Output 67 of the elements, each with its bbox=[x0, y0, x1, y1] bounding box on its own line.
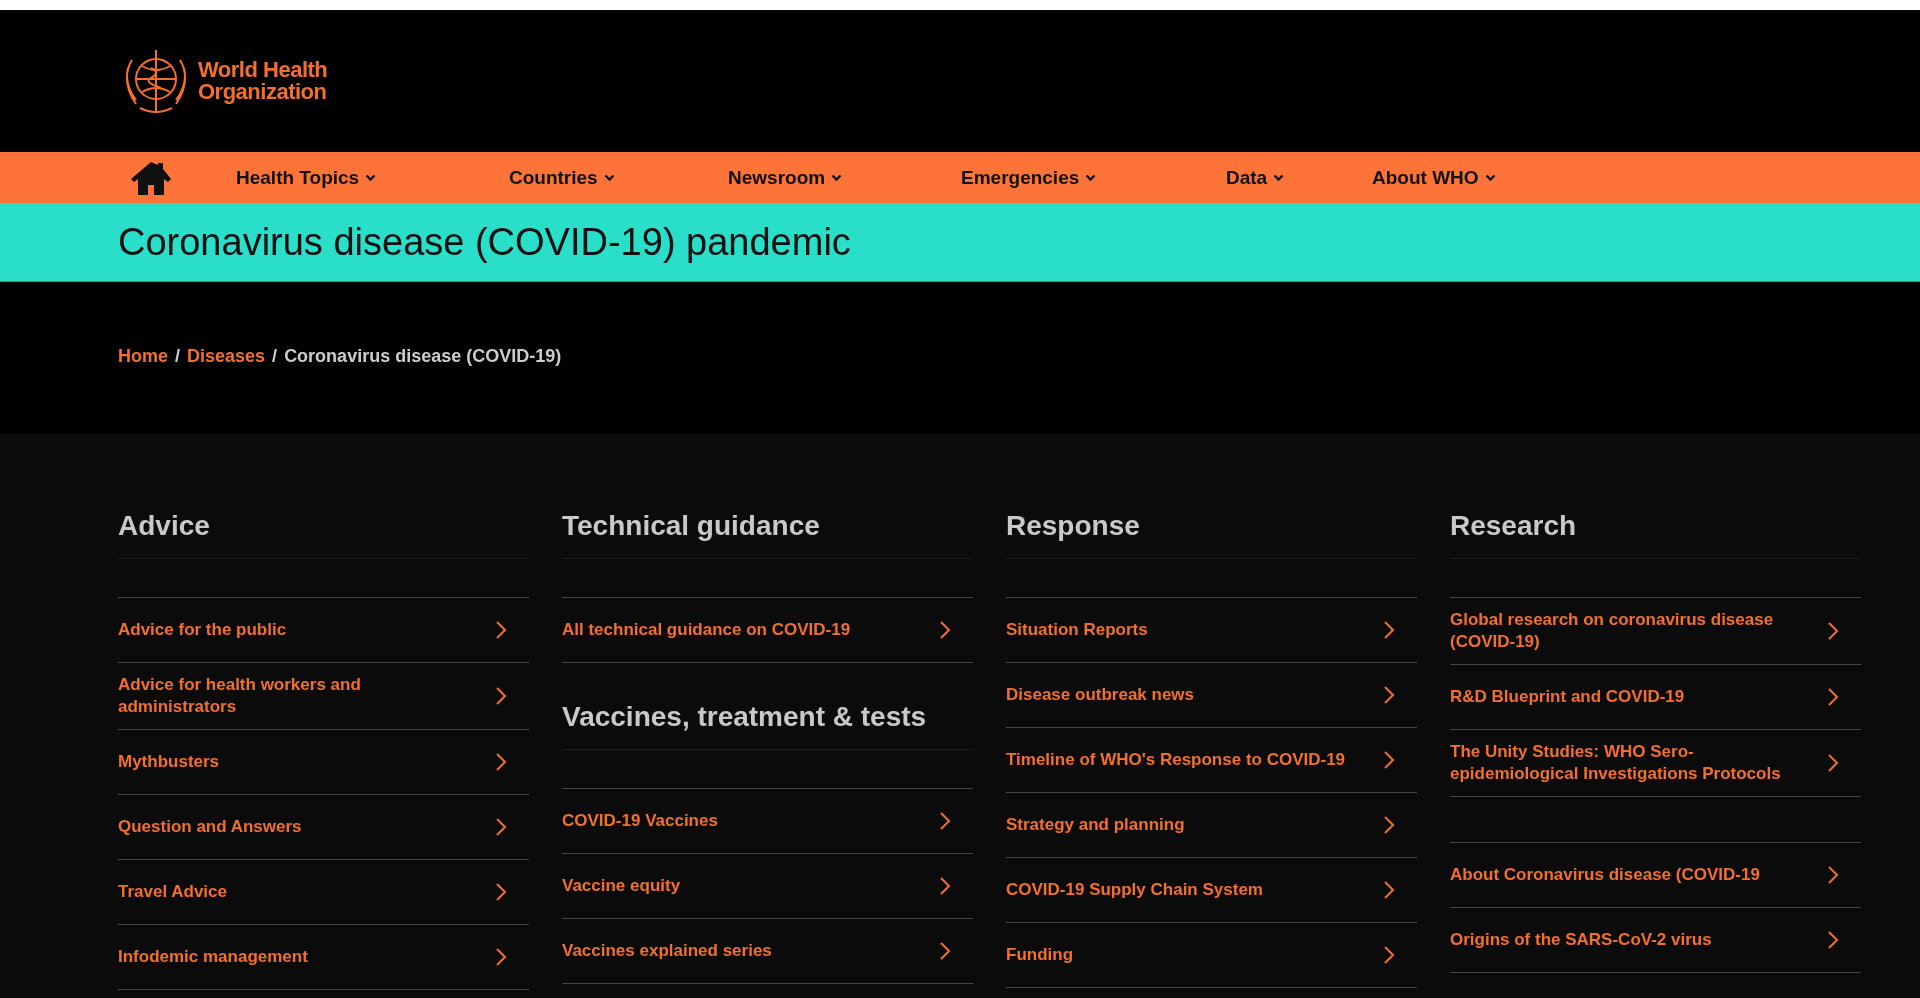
chevron-right-icon bbox=[1827, 753, 1839, 773]
chevron-right-icon bbox=[939, 876, 951, 896]
chevron-right-icon bbox=[1827, 687, 1839, 707]
link-list-item[interactable]: About Coronavirus disease (COVID-19 bbox=[1450, 843, 1861, 908]
nav-menu-item[interactable]: Countries bbox=[509, 166, 728, 189]
link-list-item[interactable]: Advice for the public bbox=[118, 598, 529, 663]
link-list-item[interactable]: Advice for health workers and administrators bbox=[118, 663, 529, 730]
link-list-item[interactable]: Timeline of WHO's Response to COVID-19 bbox=[1006, 728, 1417, 793]
link-list-item[interactable]: Mythbusters bbox=[118, 730, 529, 795]
section-heading: Advice bbox=[118, 510, 529, 559]
breadcrumb-separator: / bbox=[272, 345, 278, 367]
breadcrumb-link[interactable]: Home bbox=[118, 345, 168, 367]
link-list-item[interactable]: Situation Reports bbox=[1006, 598, 1417, 663]
breadcrumb-link[interactable]: Diseases bbox=[187, 345, 266, 367]
chevron-down-icon bbox=[1484, 173, 1496, 182]
chevron-right-icon bbox=[939, 620, 951, 640]
link-list-item[interactable]: COVID-19 Supply Chain System bbox=[1006, 858, 1417, 923]
home-icon[interactable] bbox=[130, 159, 172, 196]
link-list-item[interactable]: Origins of the SARS-CoV-2 virus bbox=[1450, 908, 1861, 973]
chevron-right-icon bbox=[495, 752, 507, 772]
chevron-down-icon bbox=[1273, 173, 1285, 182]
chevron-down-icon bbox=[365, 173, 377, 182]
nav-menu-item[interactable]: Emergencies bbox=[961, 166, 1226, 189]
chevron-down-icon bbox=[1085, 173, 1097, 182]
page-title: Coronavirus disease (COVID-19) pandemic bbox=[118, 220, 851, 264]
chevron-right-icon bbox=[939, 941, 951, 961]
chevron-right-icon bbox=[495, 947, 507, 967]
chevron-right-icon bbox=[1383, 815, 1395, 835]
link-list-item[interactable]: Disease outbreak news bbox=[1006, 663, 1417, 728]
link-list-item[interactable]: Vaccines explained series bbox=[562, 919, 973, 984]
link-list-item[interactable]: Funding bbox=[1006, 923, 1417, 988]
nav-menu-item[interactable]: Data bbox=[1226, 166, 1372, 189]
chevron-right-icon bbox=[1383, 620, 1395, 640]
section-heading: Response bbox=[1006, 510, 1417, 559]
chevron-right-icon bbox=[495, 620, 507, 640]
link-list-item[interactable]: All technical guidance on COVID-19 bbox=[562, 598, 973, 663]
link-list-item[interactable]: Infodemic management bbox=[118, 925, 529, 990]
chevron-right-icon bbox=[1383, 685, 1395, 705]
breadcrumb-current-page: Coronavirus disease (COVID-19) bbox=[284, 345, 562, 367]
section-heading: Research bbox=[1450, 510, 1861, 559]
link-list-item[interactable]: Vaccine equity bbox=[562, 854, 973, 919]
chevron-right-icon bbox=[495, 817, 507, 837]
chevron-right-icon bbox=[495, 686, 507, 706]
link-list-item[interactable]: Travel Advice bbox=[118, 860, 529, 925]
link-list-item[interactable]: Strategy and planning bbox=[1006, 793, 1417, 858]
nav-menu-item[interactable]: Newsroom bbox=[728, 166, 961, 189]
chevron-down-icon bbox=[831, 173, 843, 182]
chevron-down-icon bbox=[603, 173, 615, 182]
link-list-item[interactable]: Global research on coronavirus disease (COVID-19) bbox=[1450, 598, 1861, 665]
nav-menu-item[interactable]: About WHO bbox=[1372, 166, 1572, 189]
link-list-item[interactable]: The Unity Studies: WHO Sero-epidemiological Investigations Protocols bbox=[1450, 730, 1861, 797]
section-heading: Vaccines, treatment & tests bbox=[562, 701, 973, 750]
chevron-right-icon bbox=[1827, 865, 1839, 885]
chevron-right-icon bbox=[1383, 750, 1395, 770]
breadcrumb-separator: / bbox=[175, 345, 181, 367]
section-heading: Technical guidance bbox=[562, 510, 973, 559]
link-list-item[interactable]: Question and Answers bbox=[118, 795, 529, 860]
chevron-right-icon bbox=[1383, 945, 1395, 965]
chevron-right-icon bbox=[1827, 930, 1839, 950]
chevron-right-icon bbox=[1827, 621, 1839, 641]
link-list-item[interactable]: COVID-19 Vaccines bbox=[562, 789, 973, 854]
chevron-right-icon bbox=[495, 882, 507, 902]
link-list-item[interactable]: R&D Blueprint and COVID-19 bbox=[1450, 665, 1861, 730]
logo-text: World Health Organization bbox=[198, 59, 328, 103]
chevron-right-icon bbox=[1383, 880, 1395, 900]
nav-menu-item[interactable]: Health Topics bbox=[236, 166, 509, 189]
chevron-right-icon bbox=[939, 811, 951, 831]
